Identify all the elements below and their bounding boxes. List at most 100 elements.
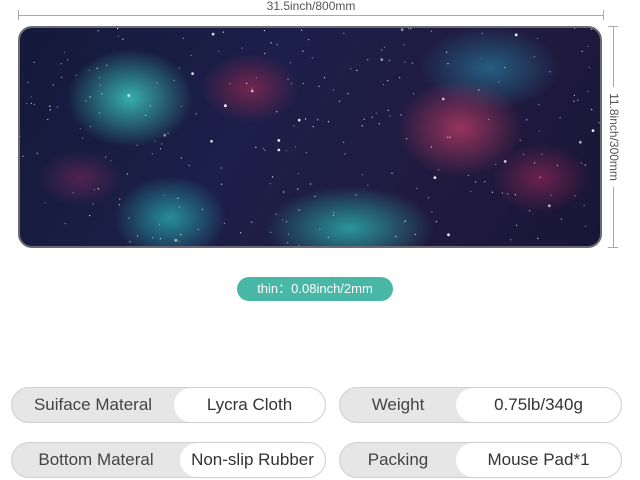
star [263, 30, 265, 32]
spec-value: Lycra Cloth [174, 388, 325, 422]
star [503, 246, 504, 247]
star [503, 160, 507, 163]
star [101, 93, 103, 95]
star [33, 103, 35, 105]
star [301, 29, 303, 31]
star [470, 190, 472, 193]
star [310, 183, 312, 185]
star [355, 194, 357, 196]
star [287, 78, 289, 80]
star [430, 30, 432, 32]
star [56, 106, 59, 108]
star [407, 28, 410, 30]
star [211, 32, 215, 36]
star [220, 167, 223, 169]
star [161, 143, 163, 145]
star [387, 109, 389, 111]
star [60, 63, 62, 65]
star [251, 221, 253, 223]
star [63, 51, 66, 53]
star [182, 37, 184, 39]
star [533, 162, 536, 164]
star [275, 213, 277, 215]
star [163, 133, 167, 137]
star [52, 84, 54, 86]
star [20, 135, 21, 137]
star [343, 141, 345, 143]
star [514, 33, 518, 37]
star [72, 192, 74, 194]
star [332, 89, 335, 91]
star [229, 83, 231, 85]
star [538, 130, 541, 132]
star [350, 68, 352, 70]
width-dimension: 31.5inch/800mm [18, 0, 604, 24]
star [88, 69, 90, 71]
star [159, 148, 162, 150]
star [298, 209, 300, 211]
star [495, 163, 497, 165]
star [270, 231, 272, 233]
star [49, 109, 51, 111]
star [449, 136, 451, 138]
star [221, 183, 223, 185]
star [128, 217, 130, 219]
star [388, 59, 390, 62]
star [382, 83, 385, 86]
star [287, 242, 289, 244]
star [323, 77, 326, 79]
star [395, 235, 397, 238]
star [97, 30, 99, 32]
star [98, 77, 100, 79]
star [297, 188, 299, 190]
star [255, 77, 258, 79]
star [387, 80, 389, 82]
star [89, 215, 91, 217]
star [312, 126, 314, 128]
star [36, 152, 38, 154]
star [484, 181, 486, 183]
star [403, 221, 405, 223]
star [414, 233, 416, 235]
star [541, 153, 543, 155]
star [307, 39, 310, 41]
star [332, 214, 334, 216]
star [375, 112, 377, 114]
star [356, 69, 358, 72]
star [127, 94, 131, 97]
star [587, 90, 589, 92]
star [391, 172, 393, 174]
spec-value: Mouse Pad*1 [456, 443, 621, 477]
star [361, 125, 363, 127]
star [272, 176, 274, 178]
star [154, 140, 156, 142]
star [400, 28, 404, 32]
star [578, 140, 582, 144]
star [411, 62, 413, 64]
star [311, 57, 313, 59]
star [197, 228, 199, 231]
star [290, 83, 293, 85]
star [178, 67, 180, 69]
star [75, 74, 77, 76]
star [177, 197, 179, 199]
mouse-pad-image [18, 26, 602, 248]
star [327, 121, 329, 123]
star [240, 232, 242, 234]
star [588, 66, 590, 69]
height-dimension-tick-top [608, 26, 618, 27]
star [224, 104, 227, 108]
star [93, 189, 95, 191]
star [584, 225, 587, 227]
star [389, 115, 391, 117]
star [264, 149, 266, 151]
star [431, 211, 433, 213]
star [159, 238, 161, 240]
star [598, 122, 600, 124]
star [89, 96, 91, 98]
star [447, 63, 449, 65]
star [294, 146, 296, 148]
star [217, 50, 220, 52]
star [583, 204, 585, 206]
star [27, 81, 29, 84]
